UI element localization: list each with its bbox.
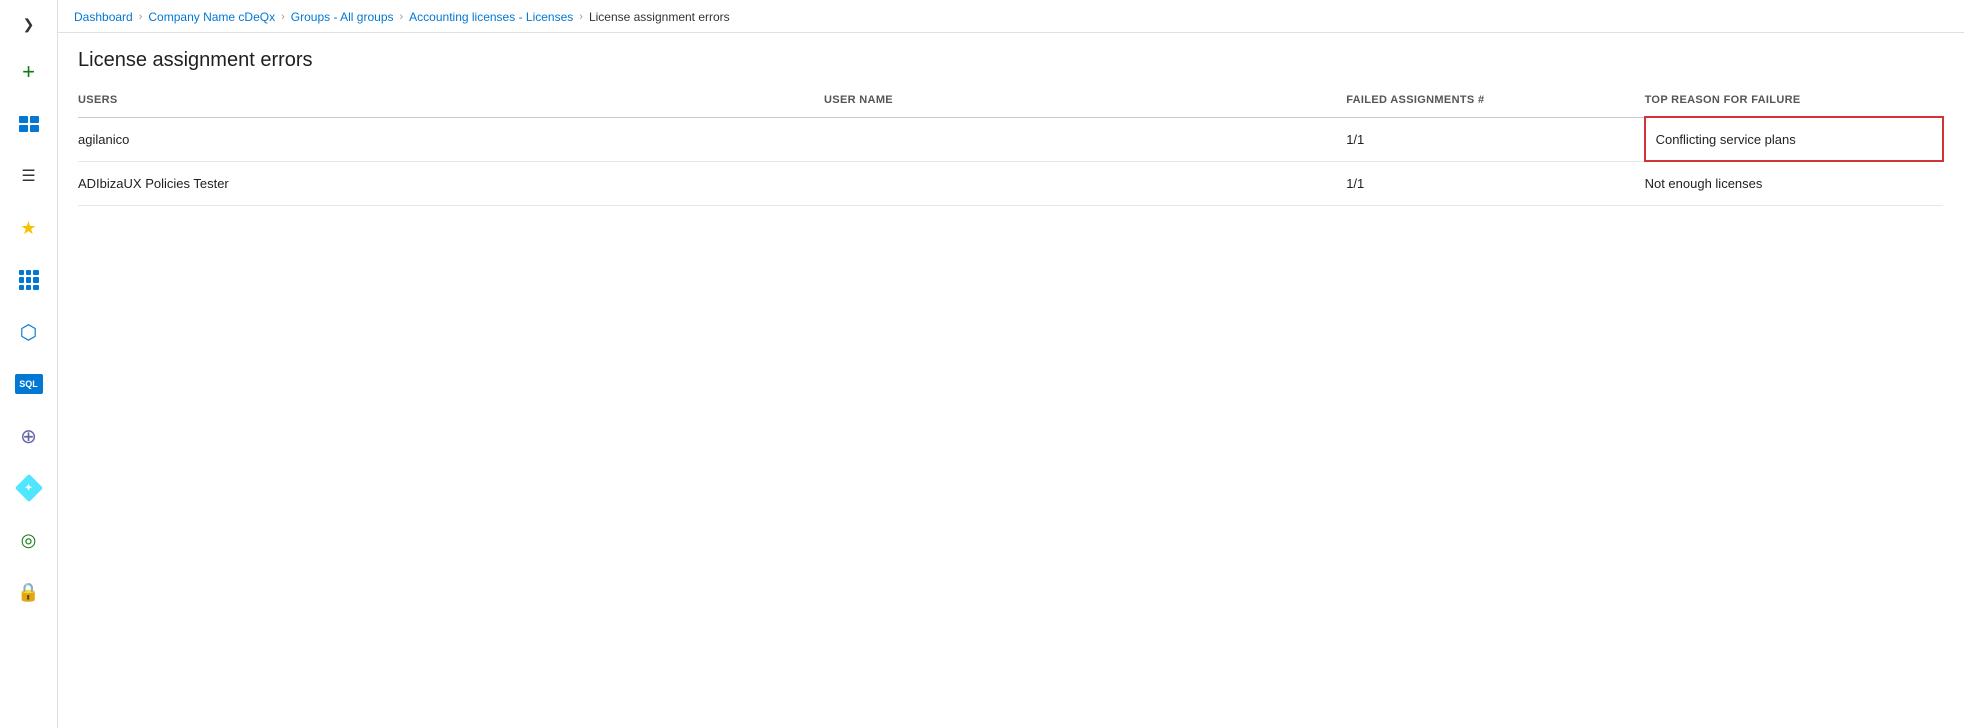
breadcrumb-sep-2: › [281,11,285,23]
sidebar-item-diamond[interactable]: ✦ [5,464,53,512]
breadcrumb-sep-3: › [400,11,404,23]
sidebar-item-favorites[interactable]: ★ [5,204,53,252]
sidebar-item-sql[interactable]: SQL [5,360,53,408]
sql-icon: SQL [15,374,43,394]
diamond-icon: ✦ [14,474,42,502]
table-container: USERS USER NAME FAILED ASSIGNMENTS # TOP… [58,84,1964,728]
table-row[interactable]: agilanico 1/1Conflicting service plans [78,117,1943,161]
cell-reason: Not enough licenses [1645,161,1943,206]
star-icon: ★ [20,218,36,239]
breadcrumb-company[interactable]: Company Name cDeQx [148,10,275,24]
cell-username [824,161,1346,206]
table-body: agilanico1/1Conflicting service plansADI… [78,117,1943,206]
page-header: License assignment errors [58,33,1964,84]
breadcrumb-sep-1: › [139,11,143,23]
cell-users: agilanico [78,117,824,161]
sidebar-item-user-security[interactable]: 🔒 [5,568,53,616]
main-content: Dashboard › Company Name cDeQx › Groups … [58,0,1964,728]
errors-table: USERS USER NAME FAILED ASSIGNMENTS # TOP… [78,84,1944,206]
cell-users: ADIbizaUX Policies Tester [78,161,824,206]
cell-username [824,117,1346,161]
col-header-failed: FAILED ASSIGNMENTS # [1346,84,1644,117]
sidebar-item-orbit[interactable]: ⊕ [5,412,53,460]
breadcrumb-dashboard[interactable]: Dashboard [74,10,133,24]
col-header-users: USERS [78,84,824,117]
breadcrumb: Dashboard › Company Name cDeQx › Groups … [58,0,1964,33]
sidebar: ❯ + ☰ ★ ⬡ SQL ⊕ ✦ ◎ 🔒 [0,0,58,728]
grid-icon [19,270,39,290]
breadcrumb-accounting[interactable]: Accounting licenses - Licenses [409,10,573,24]
sidebar-item-apps[interactable] [5,256,53,304]
breadcrumb-groups[interactable]: Groups - All groups [291,10,394,24]
sidebar-expand-button[interactable]: ❯ [5,8,53,40]
cell-failed: 1/1 [1346,161,1644,206]
breadcrumb-sep-4: › [579,11,583,23]
cell-reason: Conflicting service plans [1645,117,1943,161]
dashboard-icon [19,116,39,132]
user-shield-icon: 🔒 [17,582,39,603]
sidebar-item-list[interactable]: ☰ [5,152,53,200]
cell-failed: 1/1 [1346,117,1644,161]
monitoring-icon: ◎ [21,530,37,551]
chevron-right-icon: ❯ [23,16,35,33]
table-header-row: USERS USER NAME FAILED ASSIGNMENTS # TOP… [78,84,1943,117]
page-title: License assignment errors [78,49,1944,72]
sidebar-item-cube[interactable]: ⬡ [5,308,53,356]
sidebar-item-add[interactable]: + [5,48,53,96]
plus-icon: + [22,61,35,83]
col-header-username: USER NAME [824,84,1346,117]
breadcrumb-current: License assignment errors [589,10,730,24]
table-row[interactable]: ADIbizaUX Policies Tester 1/1Not enough l… [78,161,1943,206]
sidebar-item-monitoring[interactable]: ◎ [5,516,53,564]
col-header-reason: TOP REASON FOR FAILURE [1645,84,1943,117]
orbit-icon: ⊕ [20,424,37,449]
list-icon: ☰ [21,166,35,186]
sidebar-item-dashboard[interactable] [5,100,53,148]
cube-icon: ⬡ [20,320,37,345]
